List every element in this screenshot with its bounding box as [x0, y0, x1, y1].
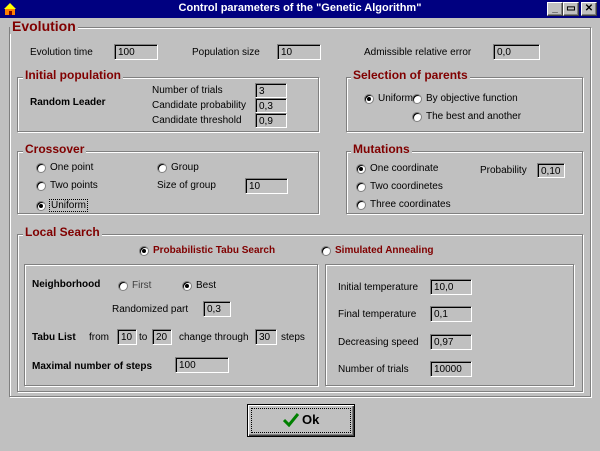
- close-button[interactable]: ✕: [581, 2, 597, 16]
- group-label[interactable]: Group: [171, 162, 199, 173]
- size-of-group-field[interactable]: 10: [245, 178, 288, 194]
- initial-temperature-field[interactable]: 10,0: [430, 279, 472, 295]
- candidate-probability-field[interactable]: 0,3: [255, 98, 287, 113]
- objective-function-radio[interactable]: [412, 94, 422, 104]
- annealing-trials-field[interactable]: 10000: [430, 361, 472, 377]
- steps-label: steps: [281, 332, 305, 343]
- mutations-title: Mutations: [351, 142, 412, 156]
- simulated-annealing-label[interactable]: Simulated Annealing: [335, 245, 434, 256]
- two-coordinates-label[interactable]: Two coordinetes: [370, 181, 443, 192]
- objective-function-label[interactable]: By objective function: [426, 93, 518, 104]
- two-points-radio[interactable]: [36, 181, 46, 191]
- best-and-another-radio[interactable]: [412, 112, 422, 122]
- decreasing-speed-label: Decreasing speed: [338, 337, 419, 348]
- local-search-title: Local Search: [23, 225, 102, 239]
- uniform-crossover-radio[interactable]: [36, 201, 46, 211]
- uniform-selection-radio[interactable]: [364, 94, 374, 104]
- final-temperature-label: Final temperature: [338, 309, 417, 320]
- initial-temperature-label: Initial temperature: [338, 282, 419, 293]
- candidate-probability-label: Candidate probability: [152, 100, 246, 111]
- randomized-part-label: Randomized part: [112, 304, 189, 315]
- tabu-to-field[interactable]: 20: [152, 329, 172, 345]
- annealing-trials-label: Number of trials: [338, 364, 409, 375]
- best-radio[interactable]: [182, 281, 192, 291]
- decreasing-speed-field[interactable]: 0,97: [430, 334, 472, 350]
- max-steps-field[interactable]: 100: [175, 357, 229, 373]
- one-point-label[interactable]: One point: [50, 162, 93, 173]
- randomized-part-field[interactable]: 0,3: [203, 301, 231, 317]
- evolution-time-field[interactable]: 100: [114, 44, 158, 60]
- selection-title: Selection of parents: [351, 68, 470, 82]
- first-radio[interactable]: [118, 281, 128, 291]
- one-point-radio[interactable]: [36, 163, 46, 173]
- window-title: Control parameters of the "Genetic Algor…: [178, 2, 422, 14]
- ok-button-label: Ok: [302, 412, 320, 427]
- probability-label: Probability: [480, 165, 527, 176]
- population-size-label: Population size: [192, 47, 260, 58]
- probability-field[interactable]: 0,10: [537, 163, 565, 178]
- crossover-title: Crossover: [23, 142, 87, 156]
- number-of-trials-field[interactable]: 3: [255, 83, 287, 98]
- evolution-title: Evolution: [10, 18, 78, 34]
- random-leader-label: Random Leader: [30, 97, 106, 108]
- tabu-search-label[interactable]: Probabilistic Tabu Search: [153, 245, 275, 256]
- best-label[interactable]: Best: [196, 280, 216, 291]
- neighborhood-label: Neighborhood: [32, 279, 101, 290]
- best-and-another-label[interactable]: The best and another: [426, 111, 521, 122]
- uniform-selection-label[interactable]: Uniform: [378, 93, 413, 104]
- to-label: to: [139, 332, 148, 343]
- one-coordinate-label[interactable]: One coordinate: [370, 163, 438, 174]
- population-size-field[interactable]: 10: [277, 44, 321, 60]
- selection-frame: [346, 77, 583, 132]
- two-coordinates-radio[interactable]: [356, 182, 366, 192]
- uniform-crossover-label[interactable]: Uniform: [48, 199, 89, 212]
- candidate-threshold-field[interactable]: 0,9: [255, 113, 287, 128]
- admissible-error-field[interactable]: 0,0: [493, 44, 540, 60]
- title-bar: Control parameters of the "Genetic Algor…: [0, 0, 600, 18]
- maximize-button[interactable]: ▭: [563, 2, 579, 16]
- tabu-list-label: Tabu List: [32, 332, 76, 343]
- change-through-field[interactable]: 30: [255, 329, 277, 345]
- one-coordinate-radio[interactable]: [356, 164, 366, 174]
- from-label: from: [89, 332, 109, 343]
- initial-population-title: Initial population: [23, 68, 123, 82]
- candidate-threshold-label: Candidate threshold: [152, 115, 242, 126]
- ok-button[interactable]: Ok: [247, 404, 355, 437]
- final-temperature-field[interactable]: 0,1: [430, 306, 472, 322]
- minimize-button[interactable]: _: [547, 2, 563, 16]
- three-coordinates-radio[interactable]: [356, 200, 366, 210]
- tabu-search-radio[interactable]: [139, 246, 149, 256]
- evolution-time-label: Evolution time: [30, 47, 93, 58]
- number-of-trials-label: Number of trials: [152, 85, 223, 96]
- focus-rect: [251, 408, 351, 433]
- simulated-annealing-radio[interactable]: [321, 246, 331, 256]
- two-points-label[interactable]: Two points: [50, 180, 98, 191]
- admissible-error-label: Admissible relative error: [364, 47, 472, 58]
- change-through-label: change through: [179, 332, 249, 343]
- tabu-from-field[interactable]: 10: [117, 329, 137, 345]
- first-label[interactable]: First: [132, 280, 151, 291]
- group-radio[interactable]: [157, 163, 167, 173]
- three-coordinates-label[interactable]: Three coordinates: [370, 199, 451, 210]
- check-icon: [283, 413, 299, 427]
- size-of-group-label: Size of group: [157, 180, 216, 191]
- max-steps-label: Maximal number of steps: [32, 361, 153, 372]
